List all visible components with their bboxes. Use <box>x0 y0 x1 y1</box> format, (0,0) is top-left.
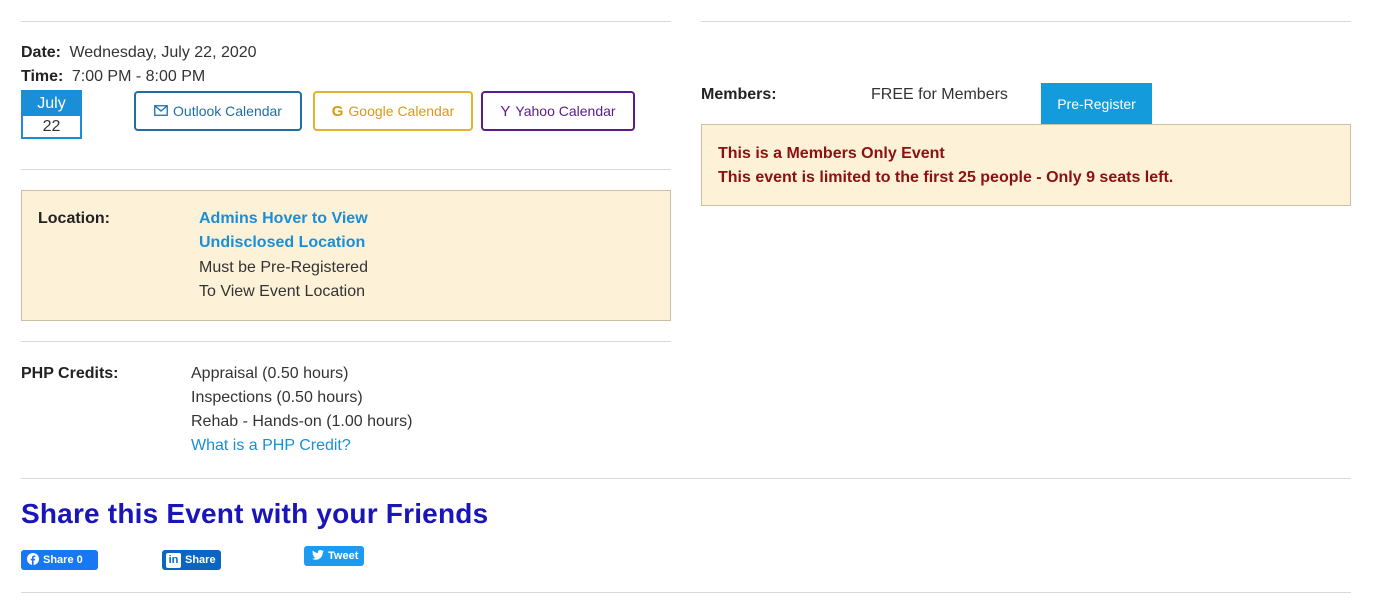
calendar-month: July <box>23 92 80 116</box>
twitter-tweet-button[interactable]: Tweet <box>304 546 364 566</box>
divider-top-left <box>21 21 671 22</box>
divider-bottom <box>21 592 1351 593</box>
share-title: Share this Event with your Friends <box>21 498 489 529</box>
facebook-share-label: Share 0 <box>43 554 83 566</box>
time-value: 7:00 PM - 8:00 PM <box>71 68 206 85</box>
calendar-day: 22 <box>42 118 61 135</box>
twitter-bird-icon <box>312 549 324 563</box>
location-note-1: Must be Pre-Registered <box>199 259 368 276</box>
location-label: Location: <box>38 210 110 227</box>
divider-after-calendar <box>21 169 671 170</box>
facebook-share-button[interactable]: Share 0 <box>21 550 98 570</box>
php-credit-item: Appraisal (0.50 hours) <box>191 365 349 382</box>
members-price: FREE for Members <box>871 86 1008 103</box>
outlook-calendar-label: Outlook Calendar <box>173 103 282 119</box>
google-calendar-button[interactable]: G Google Calendar <box>313 91 473 131</box>
members-label: Members: <box>701 86 777 103</box>
members-only-notice-title: This is a Members Only Event <box>718 145 945 162</box>
date-label: Date: <box>21 44 62 61</box>
location-note-2: To View Event Location <box>199 283 366 300</box>
twitter-tweet-label: Tweet <box>328 550 359 562</box>
divider-after-location <box>21 341 671 342</box>
members-only-notice: This is a Members Only Event This event … <box>701 124 1351 206</box>
seats-left-notice: This event is limited to the first 25 pe… <box>718 169 1174 186</box>
divider-before-share <box>21 478 1351 479</box>
outlook-calendar-button[interactable]: Outlook Calendar <box>134 91 302 131</box>
linkedin-share-label: Share <box>185 554 216 566</box>
location-undisclosed-link[interactable]: Undisclosed Location <box>199 234 365 252</box>
php-credit-help-link[interactable]: What is a PHP Credit? <box>191 437 351 455</box>
php-credit-item: Inspections (0.50 hours) <box>191 389 363 406</box>
date-value: Wednesday, July 22, 2020 <box>69 44 257 61</box>
php-credits-label: PHP Credits: <box>21 365 119 382</box>
pre-register-button[interactable]: Pre-Register <box>1041 83 1152 124</box>
yahoo-calendar-button[interactable]: Y Yahoo Calendar <box>481 91 635 131</box>
php-credit-item: Rehab - Hands-on (1.00 hours) <box>191 413 413 430</box>
google-g-icon: G <box>331 102 344 120</box>
event-time-row: Time: 7:00 PM - 8:00 PM <box>21 68 205 86</box>
location-panel: Location: Admins Hover to View Undisclos… <box>21 190 671 321</box>
yahoo-calendar-label: Yahoo Calendar <box>515 103 616 119</box>
envelope-icon <box>154 103 168 119</box>
location-admin-link[interactable]: Admins Hover to View <box>199 210 368 228</box>
calendar-date-badge: July 22 <box>21 90 82 139</box>
divider-top-right <box>701 21 1351 22</box>
linkedin-icon: in <box>166 552 181 568</box>
google-calendar-label: Google Calendar <box>348 103 455 119</box>
time-label: Time: <box>21 68 64 85</box>
linkedin-share-button[interactable]: in Share <box>162 550 221 570</box>
event-date-row: Date: Wednesday, July 22, 2020 <box>21 44 257 62</box>
yahoo-y-icon: Y <box>500 102 511 120</box>
facebook-icon <box>27 552 39 568</box>
